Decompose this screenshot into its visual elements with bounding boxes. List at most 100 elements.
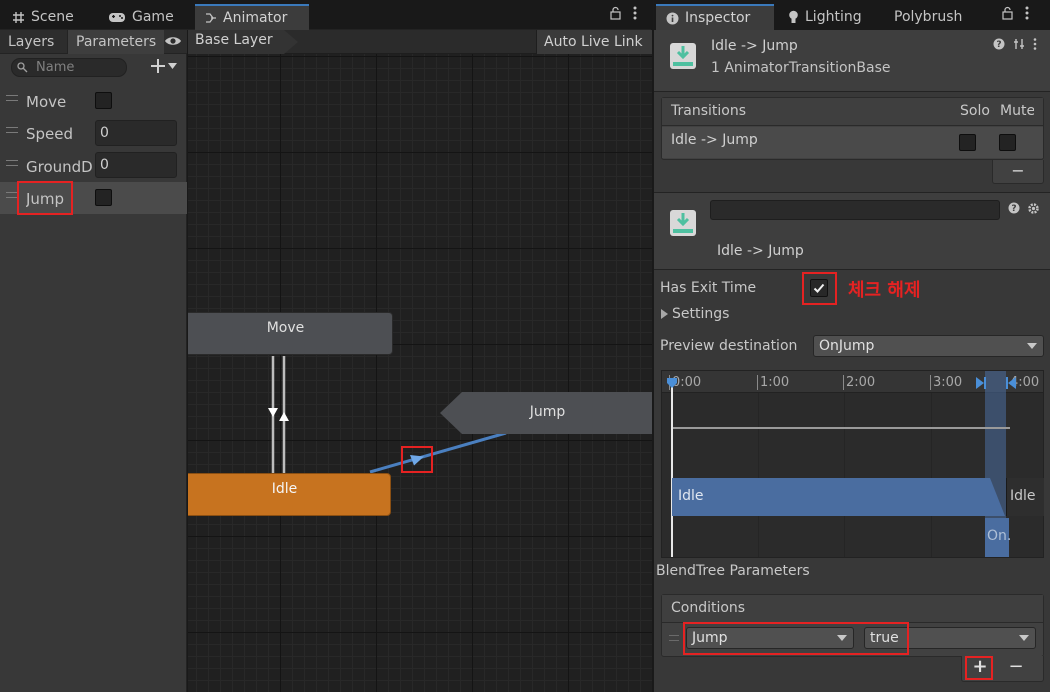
tab-lighting[interactable]: Lighting	[778, 4, 872, 30]
conditions-list-header: Conditions	[662, 595, 1043, 623]
tab-scene-label: Scene	[31, 9, 74, 25]
blendtree-parameters-label: BlendTree Parameters	[656, 563, 810, 579]
gear-icon[interactable]	[1027, 202, 1040, 215]
header-actions: ?	[993, 38, 1037, 50]
transition-start-marker-icon[interactable]	[976, 377, 986, 389]
animator-graph[interactable]: Base Layer Auto Live Link Move Jump Idle	[188, 30, 652, 692]
svg-text:?: ?	[1011, 204, 1016, 214]
tab-scene[interactable]: Scene	[2, 4, 84, 30]
drag-handle-icon[interactable]	[6, 160, 18, 166]
has-exit-time-label: Has Exit Time	[660, 280, 757, 296]
has-exit-time-checkbox[interactable]	[810, 279, 828, 297]
playhead[interactable]	[671, 379, 673, 557]
solo-column-label: Solo	[960, 103, 990, 119]
parameter-name: Speed	[26, 125, 74, 143]
kebab-menu-icon[interactable]	[1025, 6, 1029, 20]
mute-checkbox[interactable]	[999, 134, 1016, 151]
drag-handle-icon[interactable]	[6, 127, 18, 133]
chevron-down-icon	[1027, 343, 1037, 349]
condition-value-dropdown[interactable]: true	[864, 627, 1036, 649]
transition-icon	[669, 42, 697, 70]
state-node-move[interactable]: Move	[188, 312, 393, 355]
tab-game-label: Game	[132, 9, 174, 25]
help-icon[interactable]: ?	[1008, 202, 1020, 215]
timeline-tick: 2:00	[843, 375, 875, 390]
transition-line-idle-jump	[369, 431, 507, 474]
parameter-row-speed[interactable]: Speed 0	[0, 117, 187, 149]
add-parameter-button[interactable]	[150, 58, 177, 74]
preset-sliders-icon[interactable]	[1013, 38, 1025, 50]
checkmark-icon	[811, 280, 827, 296]
transition-name-field[interactable]	[710, 200, 1000, 220]
destination-clip-bar[interactable]: On.	[985, 518, 1011, 557]
parameter-bool-checkbox[interactable]	[95, 92, 112, 109]
transition-lines	[268, 356, 507, 474]
settings-foldout[interactable]: Settings	[661, 306, 729, 322]
tab-lighting-label: Lighting	[805, 9, 862, 25]
drag-handle-icon[interactable]	[6, 95, 18, 101]
preview-destination-value: OnJump	[819, 338, 875, 354]
editor-tab-bar: Scene Game Animator	[0, 0, 651, 30]
params-panel-tabs: Layers Parameters	[0, 30, 187, 54]
svg-text:?: ?	[996, 40, 1001, 50]
tab-game[interactable]: Game	[98, 4, 184, 30]
remove-condition-button[interactable]: −	[1004, 658, 1028, 678]
chevron-down-icon	[837, 635, 847, 641]
condition-buttons: + −	[961, 656, 1044, 682]
parameter-float-field[interactable]: 0	[95, 120, 177, 146]
preview-destination-dropdown[interactable]: OnJump	[813, 335, 1044, 357]
inspector-subtitle: 1 AnimatorTransitionBase	[711, 60, 891, 76]
parameter-float-field[interactable]: 0	[95, 152, 177, 178]
lock-icon[interactable]	[610, 6, 621, 20]
transition-arrow-icon	[410, 455, 424, 466]
playhead-marker-icon[interactable]	[666, 377, 678, 389]
kebab-menu-icon[interactable]	[1033, 38, 1037, 50]
timeline-tick: 1:00	[757, 375, 789, 390]
parameter-row-move[interactable]: Move	[0, 85, 187, 117]
arrow-down-icon	[268, 408, 278, 417]
timeline-gridline	[931, 393, 932, 557]
timeline-gridline	[844, 393, 845, 557]
foldout-arrow-icon	[661, 309, 668, 319]
condition-value: true	[870, 630, 899, 646]
tab-animator[interactable]: Animator	[195, 4, 309, 30]
remove-transition-button[interactable]: −	[992, 160, 1044, 184]
drag-handle-icon[interactable]	[6, 192, 18, 198]
state-node-label: Jump	[529, 404, 566, 420]
parameters-panel: Layers Parameters Name Move Speed 0 Grou…	[0, 30, 187, 692]
parameter-row-grounddistance[interactable]: GroundDi 0	[0, 150, 187, 182]
transition-settings-header: ? Idle -> Jump	[654, 192, 1050, 270]
chevron-down-icon	[168, 63, 177, 69]
transitions-header-label: Transitions	[671, 103, 746, 119]
arrow-up-icon	[279, 412, 289, 421]
parameter-bool-checkbox[interactable]	[95, 189, 112, 206]
source-clip-bar[interactable]: Idle	[672, 478, 1005, 516]
add-condition-button[interactable]: +	[968, 658, 992, 678]
eye-icon[interactable]	[164, 34, 182, 48]
transition-row[interactable]: Idle -> Jump	[662, 127, 1043, 158]
inspector-tab-bar: Inspector Lighting Polybrush	[654, 0, 1050, 30]
tab-polybrush[interactable]: Polybrush	[884, 4, 972, 30]
inspector-panel: Inspector Lighting Polybrush Idle -> Jum…	[653, 0, 1050, 692]
condition-parameter-value: Jump	[692, 630, 728, 646]
transition-end-marker-icon[interactable]	[1006, 377, 1016, 389]
help-icon[interactable]: ?	[993, 38, 1005, 50]
state-node-idle[interactable]: Idle	[188, 473, 391, 516]
tab-inspector[interactable]: Inspector	[656, 4, 774, 30]
solo-checkbox[interactable]	[959, 134, 976, 151]
lock-icon[interactable]	[1002, 6, 1013, 20]
grid-icon	[12, 11, 25, 24]
info-icon	[666, 12, 679, 25]
inspector-header: Idle -> Jump 1 AnimatorTransitionBase ?	[654, 30, 1050, 92]
state-node-jump[interactable]: Jump	[440, 392, 652, 434]
kebab-menu-icon[interactable]	[633, 6, 637, 20]
tab-layers[interactable]: Layers	[0, 30, 62, 54]
tab-actions	[610, 6, 637, 20]
tab-inspector-label: Inspector	[685, 10, 751, 26]
transition-timeline[interactable]: 0:00 1:00 2:00 3:00 4:00 Idle Idle On.	[661, 370, 1044, 558]
tab-parameters[interactable]: Parameters	[67, 30, 165, 54]
drag-handle-icon[interactable]	[669, 635, 679, 641]
plus-icon	[150, 58, 166, 74]
parameter-row-jump[interactable]: Jump	[0, 182, 187, 214]
condition-parameter-dropdown[interactable]: Jump	[686, 627, 854, 649]
